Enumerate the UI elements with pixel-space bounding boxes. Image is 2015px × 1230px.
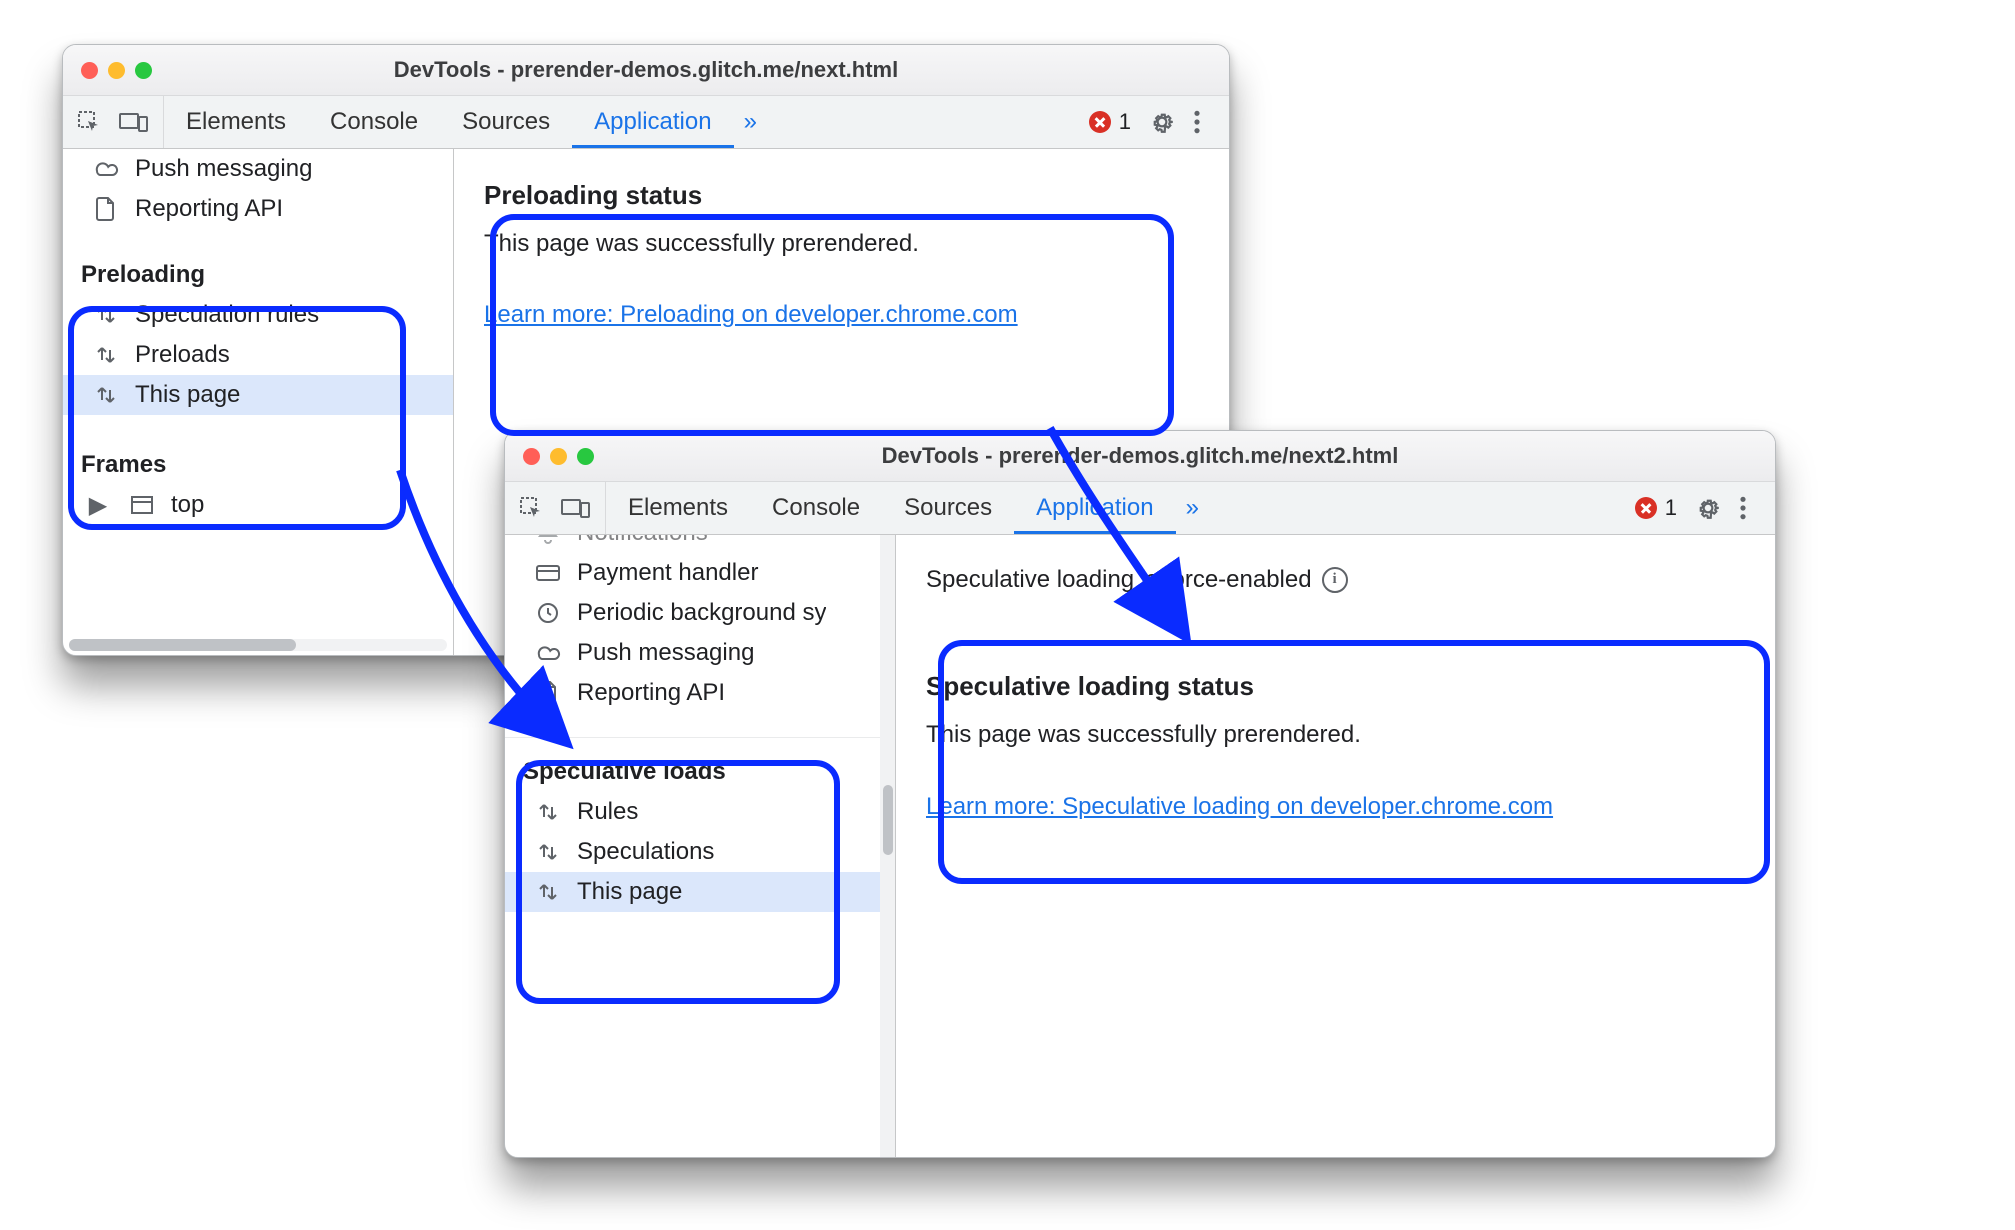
sidebar-item-label: Rules (577, 798, 638, 826)
sidebar-item-label: Reporting API (135, 195, 283, 223)
sidebar-item-periodic-bg-sync[interactable]: Periodic background sy (505, 593, 895, 633)
updown-icon (533, 799, 563, 825)
sidebar-item-label: Payment handler (577, 559, 758, 587)
sidebar-item-label: Notifications (577, 535, 708, 547)
kebab-icon[interactable] (1193, 109, 1201, 135)
sidebar-item-frames-top[interactable]: ▶ top (63, 485, 453, 525)
sidebar-item-label: Preloads (135, 341, 230, 369)
gear-icon[interactable] (1149, 109, 1175, 135)
updown-icon (533, 879, 563, 905)
sidebar-item-reporting-api[interactable]: Reporting API (505, 673, 895, 713)
close-icon[interactable] (523, 448, 540, 465)
frame-icon (127, 492, 157, 518)
sidebar-item-this-page[interactable]: This page (63, 375, 453, 415)
error-badge[interactable]: 1 (1089, 109, 1131, 135)
error-count: 1 (1119, 109, 1131, 135)
pane-desc: This page was successfully prerendered. (926, 716, 1745, 753)
devtools-tabbar: Elements Console Sources Application » 1 (505, 482, 1775, 535)
sidebar-section-title: Preloading (63, 251, 453, 295)
tabs-more[interactable]: » (734, 96, 767, 148)
chevron-right-icon: ▶ (83, 492, 113, 518)
scrollbar[interactable] (880, 535, 896, 1158)
sidebar-item-label: This page (135, 381, 240, 409)
bell-icon (533, 535, 563, 546)
sidebar-item-label: Speculation rules (135, 301, 319, 329)
updown-icon (533, 839, 563, 865)
devtools-window-2: DevTools - prerender-demos.glitch.me/nex… (504, 430, 1776, 1158)
sidebar-item-preloads[interactable]: Preloads (63, 335, 453, 375)
window-title: DevTools - prerender-demos.glitch.me/nex… (394, 57, 898, 83)
error-icon (1635, 497, 1657, 519)
sidebar-item-label: top (171, 491, 204, 519)
sidebar-item-label: Push messaging (135, 155, 312, 183)
tab-sources[interactable]: Sources (882, 482, 1014, 534)
learn-more-link[interactable]: Learn more: Preloading on developer.chro… (484, 301, 1018, 328)
scrollbar[interactable] (69, 639, 447, 651)
learn-more-link[interactable]: Learn more: Speculative loading on devel… (926, 793, 1553, 820)
doc-icon (91, 196, 121, 222)
close-icon[interactable] (81, 62, 98, 79)
main-pane: Speculative loading is force-enabled i S… (896, 535, 1775, 1158)
sidebar-item-payment-handler[interactable]: Payment handler (505, 553, 895, 593)
sidebar-section-frames: Frames (63, 441, 453, 485)
sidebar-item-speculation-rules[interactable]: Speculation rules (63, 295, 453, 335)
updown-icon (91, 382, 121, 408)
tabs-more[interactable]: » (1176, 482, 1209, 534)
tab-console[interactable]: Console (308, 96, 440, 148)
sidebar-item-push-messaging[interactable]: Push messaging (505, 633, 895, 673)
window-controls[interactable] (523, 448, 594, 465)
pane-desc: This page was successfully prerendered. (484, 225, 1199, 262)
sidebar-item-this-page[interactable]: This page (505, 872, 895, 912)
inspect-icon[interactable] (519, 496, 543, 520)
sidebar-item-rules[interactable]: Rules (505, 792, 895, 832)
inspect-icon[interactable] (77, 110, 101, 134)
minimize-icon[interactable] (108, 62, 125, 79)
sidebar-item-label: Push messaging (577, 639, 754, 667)
devtools-tabbar: Elements Console Sources Application » 1 (63, 96, 1229, 149)
sidebar-item-speculations[interactable]: Speculations (505, 832, 895, 872)
titlebar: DevTools - prerender-demos.glitch.me/nex… (63, 45, 1229, 96)
window-title: DevTools - prerender-demos.glitch.me/nex… (882, 443, 1399, 469)
tab-application[interactable]: Application (1014, 482, 1175, 534)
window-controls[interactable] (81, 62, 152, 79)
tab-sources[interactable]: Sources (440, 96, 572, 148)
tab-elements[interactable]: Elements (606, 482, 750, 534)
tab-elements[interactable]: Elements (164, 96, 308, 148)
updown-icon (91, 342, 121, 368)
sidebar-item-label: Reporting API (577, 679, 725, 707)
doc-icon (533, 680, 563, 706)
titlebar: DevTools - prerender-demos.glitch.me/nex… (505, 431, 1775, 482)
maximize-icon[interactable] (577, 448, 594, 465)
clock-icon (533, 600, 563, 626)
info-text: Speculative loading is force-enabled (926, 561, 1312, 598)
info-icon[interactable]: i (1322, 567, 1348, 593)
device-toggle-icon[interactable] (561, 496, 591, 520)
cloud-icon (533, 640, 563, 666)
pane-title: Speculative loading status (926, 666, 1745, 706)
sidebar-item-label: Periodic background sy (577, 599, 826, 627)
kebab-icon[interactable] (1739, 495, 1747, 521)
sidebar: Notifications Payment handler Periodic b… (505, 535, 896, 1158)
sidebar-item-notifications[interactable]: Notifications (505, 535, 895, 553)
cloud-icon (91, 156, 121, 182)
error-badge[interactable]: 1 (1635, 495, 1677, 521)
sidebar: Push messaging Reporting API Preloading … (63, 149, 454, 656)
sidebar-item-label: Speculations (577, 838, 714, 866)
sidebar-section-title: Speculative loads (505, 748, 895, 792)
maximize-icon[interactable] (135, 62, 152, 79)
sidebar-item-label: This page (577, 878, 682, 906)
gear-icon[interactable] (1695, 495, 1721, 521)
pane-title: Preloading status (484, 175, 1199, 215)
card-icon (533, 560, 563, 586)
tab-application[interactable]: Application (572, 96, 733, 148)
error-icon (1089, 111, 1111, 133)
updown-icon (91, 302, 121, 328)
error-count: 1 (1665, 495, 1677, 521)
sidebar-item-reporting-api[interactable]: Reporting API (63, 189, 453, 229)
tab-console[interactable]: Console (750, 482, 882, 534)
sidebar-item-push-messaging[interactable]: Push messaging (63, 149, 453, 189)
device-toggle-icon[interactable] (119, 110, 149, 134)
minimize-icon[interactable] (550, 448, 567, 465)
